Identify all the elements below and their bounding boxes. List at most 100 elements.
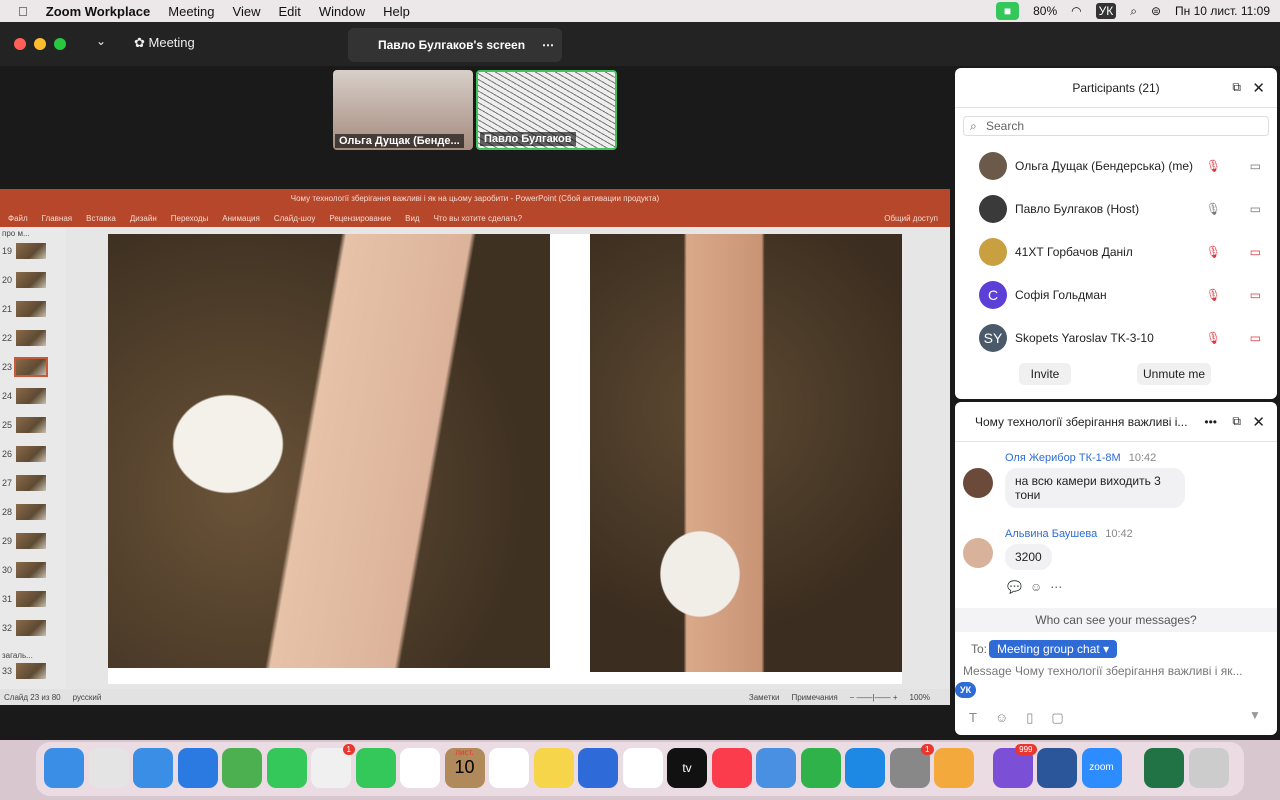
menu-window[interactable]: Window: [319, 4, 365, 19]
close-window-button[interactable]: [14, 38, 26, 50]
dock-app-icon[interactable]: [845, 748, 885, 788]
zoom-video-status-icon[interactable]: ■: [995, 2, 1020, 20]
notes-button[interactable]: Заметки: [749, 693, 780, 702]
search-input[interactable]: ⌕ Search: [963, 116, 1269, 136]
clock[interactable]: Пн 10 лист. 11:09: [1175, 4, 1270, 18]
dock-app-icon[interactable]: 1: [311, 744, 355, 788]
ribbon-tab[interactable]: Вставка: [86, 214, 116, 223]
wifi-icon[interactable]: ◠: [1071, 4, 1081, 18]
close-icon[interactable]: ✕: [1252, 79, 1265, 97]
slide-thumbnail[interactable]: 25: [2, 417, 47, 433]
keyboard-layout[interactable]: УК: [1095, 3, 1117, 19]
slide-thumbnail[interactable]: 30: [2, 562, 47, 578]
send-icon[interactable]: ▼: [1249, 708, 1261, 722]
slide-thumbnail[interactable]: 27: [2, 475, 47, 491]
who-can-see-link[interactable]: Who can see your messages?: [955, 608, 1277, 632]
dock-app-icon[interactable]: [578, 748, 618, 788]
dock-app-icon[interactable]: [800, 748, 841, 788]
slide-thumbnail[interactable]: 24: [2, 388, 47, 404]
dock-app-icon[interactable]: [133, 748, 173, 788]
dock-app-icon[interactable]: [622, 748, 663, 788]
zoom-slider[interactable]: − ——|—— +: [850, 693, 898, 702]
close-icon[interactable]: ✕: [1252, 413, 1265, 431]
participant-row[interactable]: Павло Булгаков (Host) 🎙︎ ▭: [955, 187, 1277, 230]
message-sender[interactable]: Оля Жерибор ТК-1-8М: [1005, 452, 1121, 464]
dock-app-icon[interactable]: [934, 748, 974, 788]
ribbon-tab[interactable]: Файл: [8, 214, 28, 223]
participant-row[interactable]: SY Skopets Yaroslav TK-3-10 🎙︎ ▭: [955, 316, 1277, 359]
zoom-level[interactable]: 100%: [910, 693, 930, 702]
slide-thumbnail[interactable]: 31: [2, 591, 47, 607]
comments-button[interactable]: Примечания: [791, 693, 837, 702]
ribbon-tab[interactable]: Слайд-шоу: [274, 214, 315, 223]
fullscreen-window-button[interactable]: [54, 38, 66, 50]
dock-app-icon[interactable]: [177, 748, 218, 788]
chevron-down-icon[interactable]: ⌄: [96, 34, 106, 48]
section-header[interactable]: загаль...: [2, 651, 33, 660]
video-thumbnail-active[interactable]: Павло Булгаков: [476, 70, 617, 150]
dock-app-icon[interactable]: [1188, 748, 1229, 788]
dock-app-icon[interactable]: [1037, 748, 1077, 788]
ribbon-tab[interactable]: Переходы: [171, 214, 209, 223]
ribbon-tab[interactable]: Дизайн: [130, 214, 157, 223]
ribbon-tab[interactable]: Анимация: [222, 214, 260, 223]
dock-app-icon[interactable]: [489, 748, 529, 788]
message-input[interactable]: Message Чому технології зберігання важли…: [963, 664, 1269, 678]
share-tab[interactable]: Павло Булгаков's screen ⋯: [348, 28, 562, 62]
language[interactable]: русский: [73, 693, 102, 702]
dock-app-icon[interactable]: [400, 748, 440, 788]
menu-edit[interactable]: Edit: [278, 4, 300, 19]
avatar[interactable]: [963, 538, 993, 568]
battery-percent[interactable]: 80%: [1033, 4, 1057, 18]
popout-icon[interactable]: ⧉: [1232, 80, 1241, 95]
recipient-dropdown[interactable]: Meeting group chat ▾: [989, 640, 1118, 658]
search-icon[interactable]: ⌕: [1130, 4, 1137, 19]
minimize-window-button[interactable]: [34, 38, 46, 50]
slide-thumbnail[interactable]: 21: [2, 301, 47, 317]
dock-app-icon[interactable]: 1: [889, 744, 934, 788]
dock-app-icon[interactable]: 999: [992, 744, 1037, 788]
slide-thumbnail[interactable]: 33: [2, 663, 47, 679]
slide-thumbnail[interactable]: 29: [2, 533, 47, 549]
slide-thumbnail[interactable]: 22: [2, 330, 47, 346]
participant-row[interactable]: 41ХТ Горбачов Даніл 🎙︎ ▭: [955, 230, 1277, 273]
dock-app-icon[interactable]: [711, 748, 752, 788]
ribbon-tab[interactable]: Рецензирование: [329, 214, 391, 223]
message-sender[interactable]: Альвина Баушева: [1005, 528, 1097, 540]
ribbon-tab[interactable]: Главная: [42, 214, 72, 223]
participant-row[interactable]: Ольга Дущак (Бендерська) (me) 🎙︎ ▭: [955, 144, 1277, 187]
dock-app-icon[interactable]: лист. 10: [444, 748, 485, 788]
dock-app-icon[interactable]: [533, 748, 574, 788]
unmute-me-button[interactable]: Unmute me: [1137, 363, 1211, 385]
slide-thumbnail[interactable]: 28: [2, 504, 47, 520]
ribbon-tab[interactable]: Вид: [405, 214, 419, 223]
section-header[interactable]: про м...: [2, 229, 30, 238]
apple-icon[interactable]: : [18, 4, 28, 19]
slide-thumbnail[interactable]: 32: [2, 620, 47, 636]
slide-thumbnail[interactable]: 20: [2, 272, 47, 288]
menu-help[interactable]: Help: [383, 4, 410, 19]
dock-app-icon[interactable]: [355, 748, 396, 788]
dock-app-icon[interactable]: [88, 748, 129, 788]
menu-meeting[interactable]: Meeting: [168, 4, 214, 19]
avatar[interactable]: [963, 468, 993, 498]
dock-app-icon[interactable]: [222, 748, 262, 788]
tell-me-search[interactable]: Что вы хотите сделать?: [434, 214, 522, 223]
dock-app-icon[interactable]: [1144, 748, 1184, 788]
message-actions[interactable]: 💬☺⋯: [1007, 580, 1070, 594]
participant-row[interactable]: C Софія Гольдман 🎙︎ ▭: [955, 273, 1277, 316]
video-thumbnail[interactable]: Ольга Дущак (Бенде...: [333, 70, 473, 150]
menu-view[interactable]: View: [233, 4, 261, 19]
control-center-icon[interactable]: ⊜: [1151, 4, 1161, 18]
dock-app-icon[interactable]: tv: [667, 748, 707, 788]
slide-thumbnail[interactable]: 23: [2, 357, 49, 377]
invite-button[interactable]: Invite: [1019, 363, 1071, 385]
dock-app-icon[interactable]: zoom: [1081, 748, 1122, 788]
dock-app-icon[interactable]: [266, 748, 307, 788]
popout-icon[interactable]: ⧉: [1232, 414, 1241, 429]
slide-thumbnail[interactable]: 19: [2, 243, 47, 259]
dock-app-icon[interactable]: [44, 748, 84, 788]
menu-app-name[interactable]: Zoom Workplace: [46, 4, 151, 19]
dock-app-icon[interactable]: [756, 748, 796, 788]
share-button[interactable]: Общий доступ: [884, 214, 938, 223]
